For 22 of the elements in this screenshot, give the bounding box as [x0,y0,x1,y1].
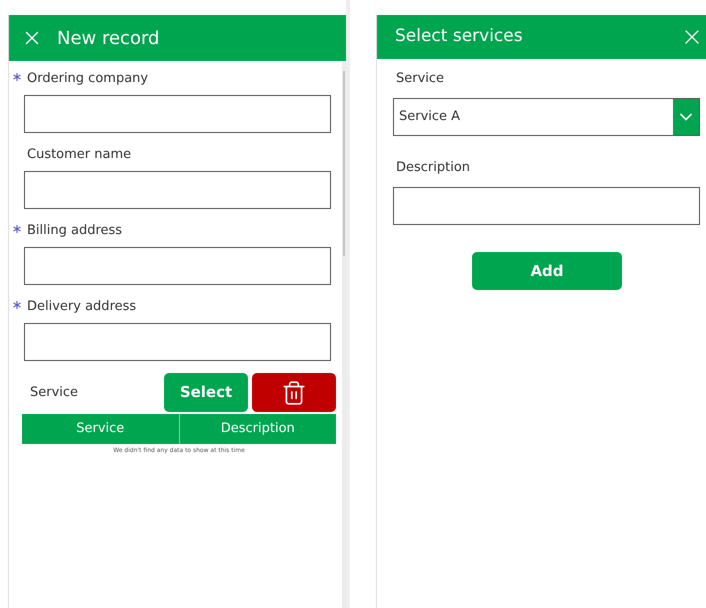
input-field[interactable] [24,323,331,361]
field-label: Customer name [27,146,132,164]
delete-button[interactable] [252,373,336,412]
input-field[interactable] [24,171,331,209]
field-label: Ordering company [27,70,148,88]
input-field[interactable] [24,95,331,133]
service-dropdown[interactable]: Service A [393,98,700,136]
scrollbar[interactable] [342,61,346,608]
dialog-title: Select services [395,25,523,48]
field-label: Billing address [27,222,122,240]
column-header: Description [178,414,336,444]
service-label: Service [30,384,80,402]
select-button[interactable]: Select [164,373,248,412]
column-header: Service [75,420,126,438]
field-label: Service [396,70,446,88]
add-button[interactable]: Add [472,252,622,290]
description-field[interactable] [393,187,700,225]
input-field[interactable] [24,247,331,285]
field-label: Description [396,158,472,176]
form-title: New record [57,26,160,50]
field-label: Delivery address [27,298,136,316]
trash-icon [281,380,307,406]
